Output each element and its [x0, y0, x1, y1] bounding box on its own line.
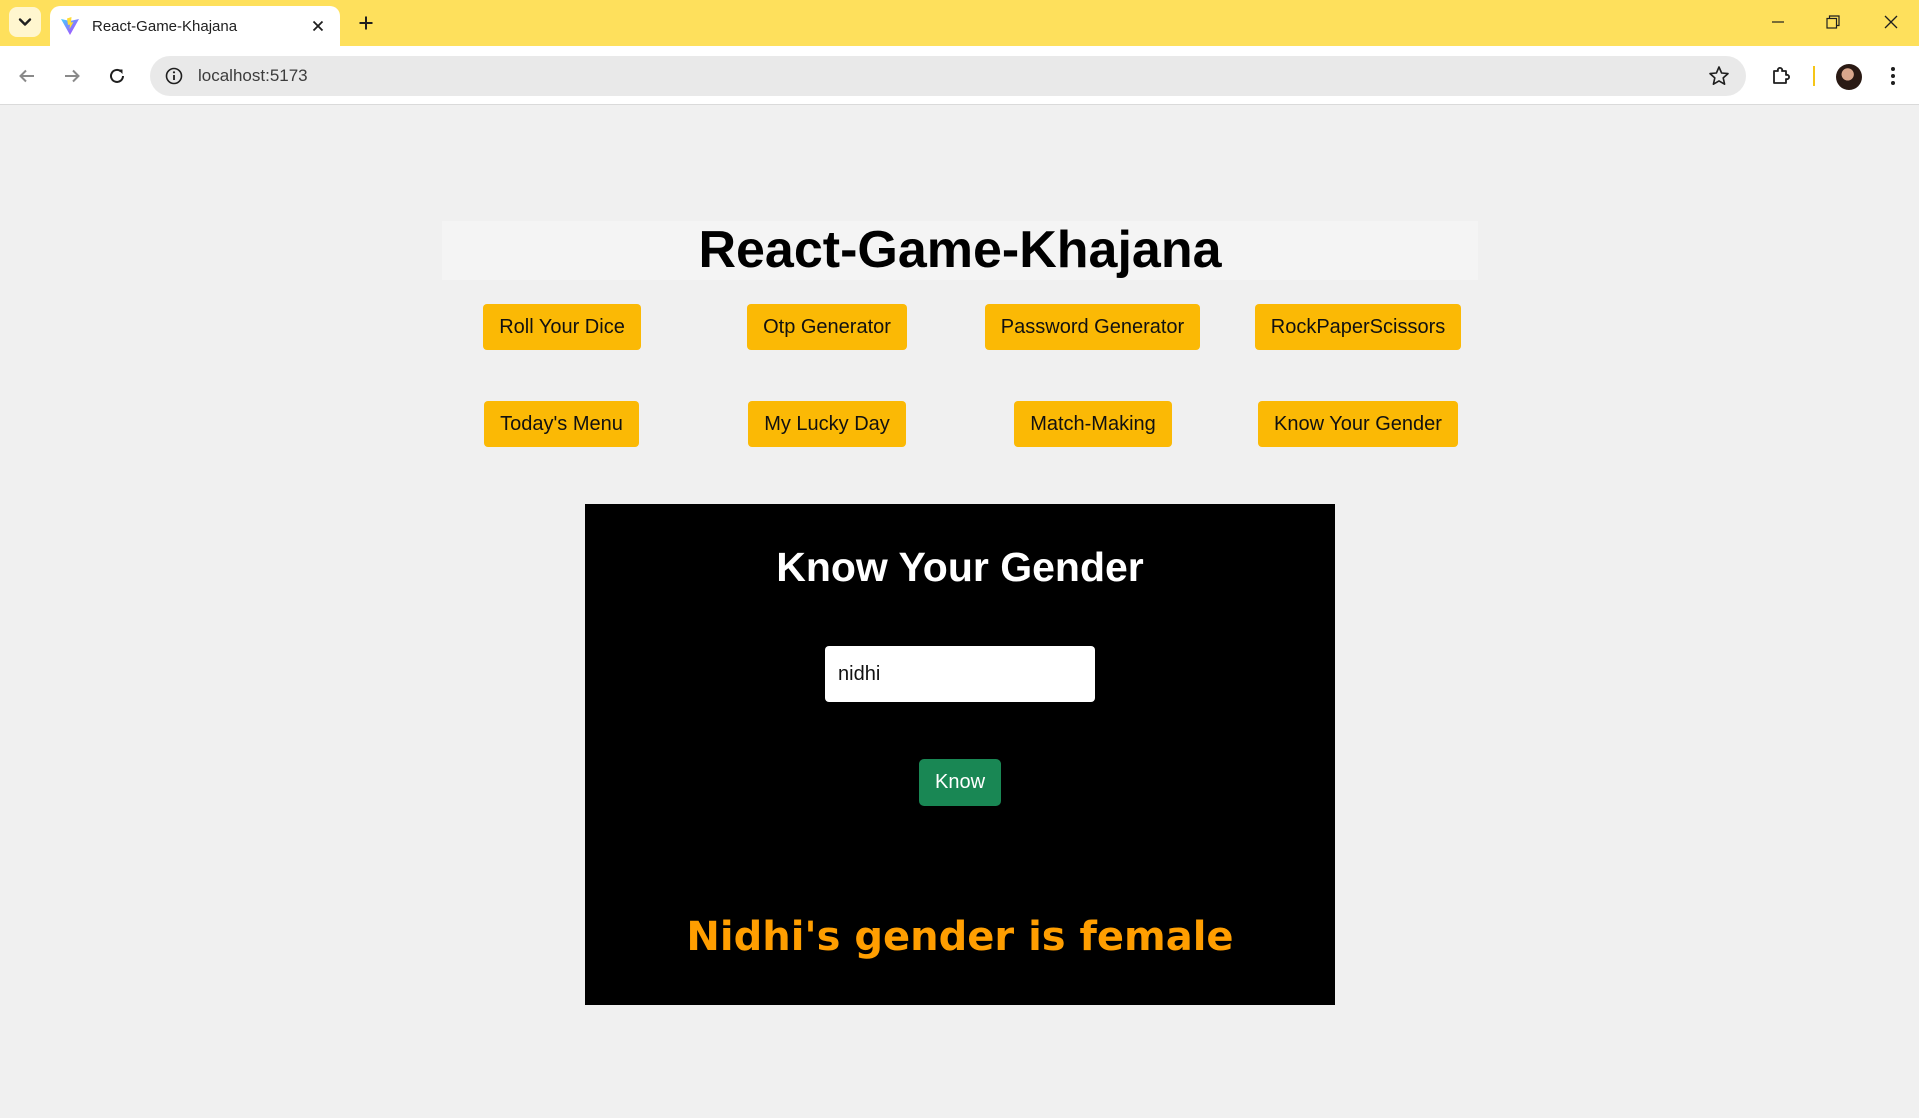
- tab-search-button[interactable]: [9, 7, 41, 37]
- more-menu-icon[interactable]: [1877, 60, 1909, 92]
- bookmark-star-icon[interactable]: [1708, 65, 1730, 87]
- my-lucky-day-button[interactable]: My Lucky Day: [748, 401, 906, 447]
- minimize-window-icon[interactable]: [1758, 8, 1798, 36]
- know-your-gender-panel: Know Your Gender Know Nidhi's gender is …: [585, 504, 1335, 1005]
- tab-strip: React-Game-Khajana: [0, 0, 1919, 46]
- browser-toolbar: localhost:5173: [0, 46, 1919, 105]
- new-tab-plus-icon[interactable]: [354, 11, 378, 35]
- roll-your-dice-button[interactable]: Roll Your Dice: [483, 304, 641, 350]
- panel-title: Know Your Gender: [776, 544, 1144, 590]
- close-tab-icon[interactable]: [308, 16, 328, 36]
- profile-avatar[interactable]: [1836, 64, 1862, 90]
- know-your-gender-button[interactable]: Know Your Gender: [1258, 401, 1458, 447]
- url-text: localhost:5173: [198, 66, 308, 85]
- chevron-down-icon: [18, 18, 32, 26]
- gender-result-text: Nidhi's gender is female: [686, 914, 1234, 960]
- close-window-icon[interactable]: [1871, 8, 1911, 36]
- tab-title: React-Game-Khajana: [92, 17, 238, 35]
- know-button[interactable]: Know: [919, 759, 1001, 806]
- reload-icon[interactable]: [101, 60, 133, 92]
- vite-favicon-icon: [61, 17, 79, 35]
- toolbar-divider: [1813, 66, 1815, 86]
- site-info-icon[interactable]: [164, 66, 184, 86]
- back-arrow-icon[interactable]: [11, 60, 43, 92]
- name-input[interactable]: [825, 646, 1095, 702]
- match-making-button[interactable]: Match-Making: [1014, 401, 1172, 447]
- browser-tab-active[interactable]: React-Game-Khajana: [50, 6, 340, 46]
- page-content: React-Game-Khajana Roll Your Dice Otp Ge…: [0, 106, 1919, 1118]
- address-bar[interactable]: localhost:5173: [150, 56, 1746, 96]
- todays-menu-button[interactable]: Today's Menu: [484, 401, 639, 447]
- restore-window-icon[interactable]: [1813, 8, 1853, 36]
- rock-paper-scissors-button[interactable]: RockPaperScissors: [1255, 304, 1461, 350]
- forward-arrow-icon[interactable]: [56, 60, 88, 92]
- password-generator-button[interactable]: Password Generator: [985, 304, 1200, 350]
- otp-generator-button[interactable]: Otp Generator: [747, 304, 907, 350]
- page-title: React-Game-Khajana: [698, 221, 1222, 279]
- extensions-puzzle-icon[interactable]: [1765, 60, 1797, 92]
- app-header: React-Game-Khajana: [442, 221, 1478, 280]
